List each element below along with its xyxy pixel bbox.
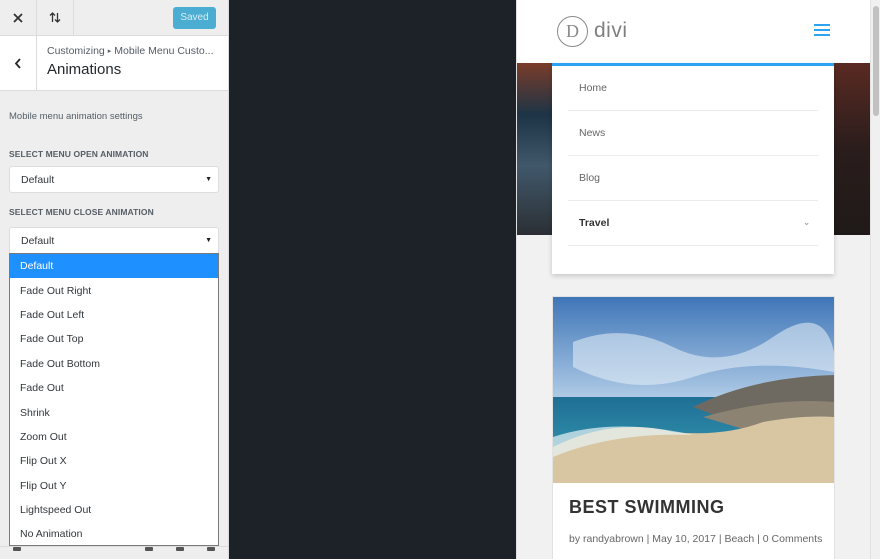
section-description: Mobile menu animation settings [9,111,143,122]
logo-text[interactable]: divi [594,19,628,43]
mobile-menu-item-travel[interactable]: Travel ⌄ [568,201,818,246]
reorder-button[interactable] [37,0,74,36]
desktop-preview-icon[interactable] [145,547,153,551]
mobile-menu: Home News Blog Travel ⌄ [552,63,834,274]
hero-image-right [833,63,870,235]
chevron-left-icon [14,57,21,69]
scrollbar-thumb[interactable] [873,6,879,116]
mobile-menu-item-label: Travel [579,217,610,229]
close-animation-option[interactable]: Fade Out [10,376,218,400]
close-animation-option[interactable]: Fade Out Bottom [10,352,218,376]
hide-controls-icon[interactable] [13,547,21,551]
close-animation-option[interactable]: Shrink [10,400,218,424]
back-button[interactable] [0,36,37,90]
section-header: Customizing ▸ Mobile Menu Custo... Animati… [0,36,228,91]
customizer-panel: Saved Customizing ▸ Mobile Menu Custo... A… [0,0,229,559]
close-animation-option[interactable]: Lightspeed Out [10,498,218,522]
close-animation-value: Default [21,234,55,247]
post-card: BEST SWIMMING by randyabrown | May 10, 2… [552,296,835,559]
close-animation-option[interactable]: Flip Out Y [10,474,218,498]
hero-image-left [517,63,553,235]
saved-button[interactable]: Saved [173,6,216,29]
close-animation-option[interactable]: Fade Out Left [10,303,218,327]
breadcrumb-section: Mobile Menu Custo... [114,45,214,57]
close-animation-select[interactable]: Default ▼ [9,227,219,254]
customizer-footer [0,546,228,559]
dropdown-arrow-icon: ▼ [205,237,212,244]
close-customizer-button[interactable] [0,0,37,36]
site-preview: D divi Home News Blog Travel ⌄ BEST SWIM… [516,0,880,559]
preview-scrollbar[interactable] [870,0,880,559]
sort-arrows-icon [49,12,61,23]
breadcrumb: Customizing ▸ Mobile Menu Custo... [47,45,214,57]
logo-mark[interactable]: D [557,16,588,47]
dropdown-arrow-icon: ▼ [205,176,212,183]
site-header: D divi [517,0,870,63]
post-featured-image[interactable] [553,297,834,483]
close-animation-label: SELECT MENU CLOSE ANIMATION [9,207,154,217]
open-animation-value: Default [21,173,55,186]
chevron-down-icon[interactable]: ⌄ [803,218,810,227]
hamburger-icon[interactable] [814,24,830,37]
close-animation-option[interactable]: Zoom Out [10,425,218,449]
mobile-menu-item-label: Home [579,82,608,94]
close-animation-option[interactable]: Default [10,254,218,279]
customizer-topbar: Saved [0,0,228,36]
open-animation-label: SELECT MENU OPEN ANIMATION [9,149,149,159]
post-title[interactable]: BEST SWIMMING [569,497,725,518]
close-animation-option[interactable]: Flip Out X [10,449,218,473]
mobile-menu-item-label: News [579,127,606,139]
close-icon [13,12,23,23]
close-animation-option[interactable]: Fade Out Right [10,278,218,302]
close-animation-option[interactable]: No Animation [10,522,218,545]
mobile-menu-item-blog[interactable]: Blog [568,156,818,201]
breadcrumb-separator: ▸ [107,48,112,55]
mobile-menu-item-news[interactable]: News [568,111,818,156]
close-animation-option[interactable]: Fade Out Top [10,327,218,351]
close-animation-options-list: Default Fade Out Right Fade Out Left Fade O… [9,253,219,546]
section-header-text: Customizing ▸ Mobile Menu Custo... Animati… [37,36,214,90]
mobile-menu-item-label: Blog [579,172,601,184]
mobile-preview-icon[interactable] [207,547,215,551]
tablet-preview-icon[interactable] [176,547,184,551]
open-animation-select[interactable]: Default ▼ [9,166,219,193]
mobile-menu-item-home[interactable]: Home [568,66,818,111]
section-title: Animations [47,61,122,78]
breadcrumb-root: Customizing [47,45,105,57]
post-meta: by randyabrown | May 10, 2017 | Beach | … [569,533,823,545]
